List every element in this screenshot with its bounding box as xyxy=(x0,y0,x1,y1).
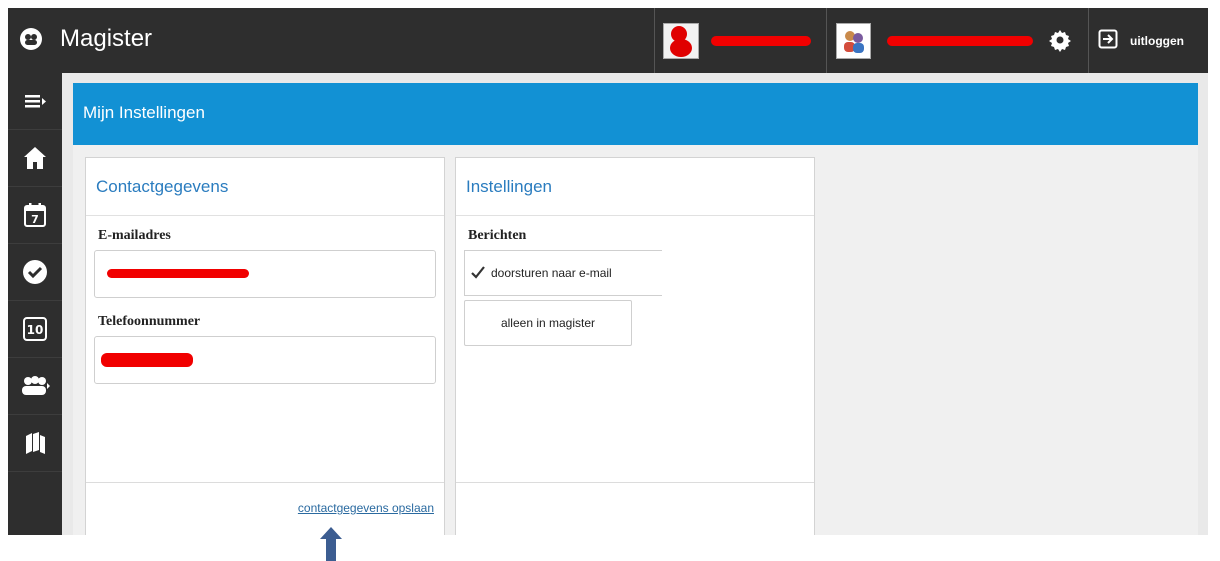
app-window: Magister uitloggen 7 10 Mijn Instellinge… xyxy=(8,8,1208,535)
settings-panel: Instellingen Berichten doorsturen naar e… xyxy=(455,157,815,535)
topbar-divider xyxy=(654,8,655,73)
phone-label: Telefoonnummer xyxy=(98,314,201,329)
user2-avatar xyxy=(836,22,872,59)
option-only-magister-label: alleen in magister xyxy=(500,316,596,330)
user2-button[interactable] xyxy=(836,8,1041,73)
option-forward-email-label: doorsturen naar e-mail xyxy=(491,266,612,280)
menu-toggle-icon[interactable] xyxy=(8,73,62,130)
contact-panel-title: Contactgegevens xyxy=(86,158,444,216)
calendar-icon-day: 7 xyxy=(31,213,39,226)
contact-panel: Contactgegevens E-mailadres Telefoonnumm… xyxy=(85,157,445,535)
phone-redacted xyxy=(101,353,193,367)
topbar-divider xyxy=(1088,8,1089,73)
logout-label: uitloggen xyxy=(1130,33,1184,48)
settings-panel-footer xyxy=(456,482,814,535)
grades-icon-value: 10 xyxy=(27,323,44,337)
user2-name-redacted xyxy=(887,35,1033,46)
magister-logo-icon xyxy=(20,28,42,50)
user1-button[interactable] xyxy=(663,8,823,73)
email-label: E-mailadres xyxy=(98,228,171,243)
logout-button[interactable]: uitloggen xyxy=(1098,8,1184,73)
main-content: Mijn Instellingen Contactgegevens E-mail… xyxy=(73,83,1198,535)
page-title: Mijn Instellingen xyxy=(73,83,1198,145)
messages-label: Berichten xyxy=(468,228,527,243)
annotation-arrow-stem xyxy=(326,538,336,561)
user1-name-redacted xyxy=(711,35,811,46)
top-bar: Magister uitloggen xyxy=(8,8,1208,73)
email-field[interactable] xyxy=(94,250,436,298)
calendar-icon[interactable]: 7 xyxy=(8,187,62,244)
people-icon[interactable] xyxy=(8,358,62,415)
app-title: Magister xyxy=(60,25,153,52)
topbar-divider xyxy=(826,8,827,73)
home-icon[interactable] xyxy=(8,130,62,187)
save-contact-link[interactable]: contactgegevens opslaan xyxy=(298,501,434,515)
email-redacted xyxy=(107,269,249,278)
checkmark-icon xyxy=(471,265,485,282)
check-circle-icon[interactable] xyxy=(8,244,62,301)
phone-field[interactable] xyxy=(94,336,436,384)
grades-icon[interactable]: 10 xyxy=(8,301,62,358)
option-only-magister[interactable]: alleen in magister xyxy=(464,300,632,346)
gear-icon[interactable] xyxy=(1048,28,1072,52)
user1-avatar xyxy=(663,22,699,59)
settings-panel-title: Instellingen xyxy=(456,158,814,216)
contact-panel-footer: contactgegevens opslaan xyxy=(86,482,444,535)
option-forward-email[interactable]: doorsturen naar e-mail xyxy=(464,250,662,296)
books-icon[interactable] xyxy=(8,415,62,472)
logout-icon xyxy=(1098,29,1118,52)
sidebar: 7 10 xyxy=(8,73,62,535)
